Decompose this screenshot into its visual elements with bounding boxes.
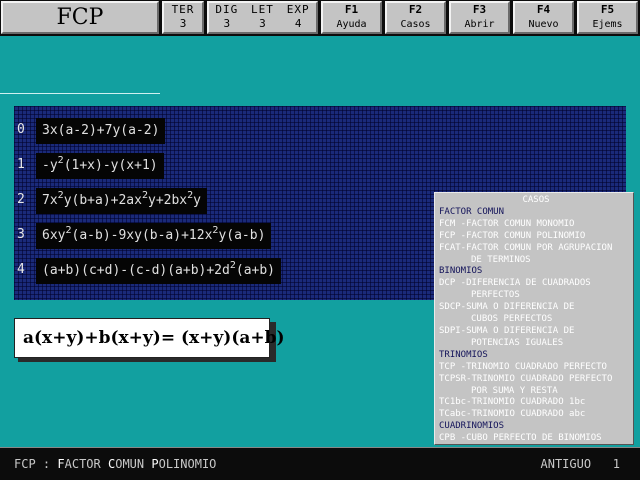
expression-text[interactable]: 3x(a-2)+7y(a-2) [36, 118, 166, 144]
f1-key: F1 [344, 3, 359, 16]
expression-index: 2 [17, 192, 25, 207]
result-box: a(x+y)+b(x+y)= (x+y)(a+b) [14, 318, 285, 358]
case-item[interactable]: TC1bc-TRINOMIO CUADRADO 1bc [439, 397, 633, 409]
case-item[interactable]: TCabc-TRINOMIO CUADRADO abc [439, 409, 633, 421]
status-separator: : [42, 457, 51, 471]
exp-value: 4 [294, 17, 302, 30]
cases-panel: CASOS FACTOR COMUN FCM -FACTOR COMUN MONO… [434, 192, 634, 445]
status-right-value: 1 [612, 457, 620, 471]
expression-index: 1 [17, 157, 25, 172]
f5-examples-button[interactable]: F5 Ejems [577, 1, 638, 34]
cases-list: FACTOR COMUN FCM -FACTOR COMUN MONOMIO FCP… [439, 206, 633, 444]
case-item[interactable]: FCM -FACTOR COMUN MONOMIO [439, 219, 633, 231]
status-word: POLINOMIO [151, 457, 217, 471]
case-item[interactable]: TCP -TRINOMIO CUADRADO PERFECTO [439, 362, 633, 374]
status-word: COMUN [107, 457, 145, 471]
expression-text[interactable]: 6xy2(a-b)-9xy(b-a)+12x2y(a-b) [36, 223, 272, 249]
case-category: CUADRINOMIOS [439, 421, 505, 432]
f4-new-button[interactable]: F4 Nuevo [513, 1, 574, 34]
f4-label: Nuevo [528, 19, 559, 30]
case-category: BINOMIOS [439, 266, 483, 277]
expression-index: 4 [17, 262, 25, 277]
status-description: FCP : FACTOR COMUN POLINOMIO [14, 448, 216, 480]
let-label: LET [251, 3, 274, 16]
f4-key: F4 [536, 3, 551, 16]
f3-open-button[interactable]: F3 Abrir [449, 1, 510, 34]
status-code: FCP [14, 457, 36, 471]
top-bar: FCP TER 3 DIG LET EXP 3 3 4 F1 Ayuda F2 … [0, 0, 640, 36]
expression-text[interactable]: 7x2y(b+a)+2ax2y+2bx2y [36, 188, 207, 214]
case-item[interactable]: SDCP-SUMA O DIFERENCIA DE [439, 302, 633, 314]
case-item[interactable]: POR SUMA Y RESTA [439, 386, 633, 398]
expression-index: 0 [17, 122, 25, 137]
status-word: FACTOR [57, 457, 101, 471]
f2-key: F2 [408, 3, 423, 16]
ter-indicator: TER 3 [162, 1, 204, 34]
status-bar: FCP : FACTOR COMUN POLINOMIO ANTIGUO 1 [0, 447, 640, 480]
ter-label: TER [171, 3, 195, 16]
divider-line [0, 93, 160, 94]
case-item[interactable]: FCAT-FACTOR COMUN POR AGRUPACION [439, 243, 633, 255]
status-words: FACTOR COMUN POLINOMIO [57, 457, 216, 471]
f3-key: F3 [472, 3, 487, 16]
exp-label: EXP [286, 3, 310, 16]
f2-cases-button[interactable]: F2 Casos [385, 1, 446, 34]
case-item[interactable]: DCP -DIFERENCIA DE CUADRADOS [439, 278, 633, 290]
case-item[interactable]: PERFECTOS [439, 290, 633, 302]
dig-value: 3 [223, 17, 231, 30]
case-item[interactable]: CUBOS PERFECTOS [439, 314, 633, 326]
case-category: TRINOMIOS [439, 349, 488, 360]
f2-label: Casos [400, 19, 431, 30]
status-right-label: ANTIGUO [540, 457, 592, 471]
case-item[interactable]: TCPSR-TRINOMIO CUADRADO PERFECTO [439, 374, 633, 386]
f3-label: Abrir [464, 19, 495, 30]
result-box-shadow [18, 358, 276, 362]
expression-text[interactable]: -y2(1+x)-y(x+1) [36, 153, 164, 179]
ter-value: 3 [179, 17, 187, 30]
status-right: ANTIGUO 1 [541, 448, 621, 480]
dig-label: DIG [215, 3, 239, 16]
expression-index: 3 [17, 227, 25, 242]
case-item[interactable]: SDPI-SUMA O DIFERENCIA DE [439, 326, 633, 338]
app-logo: FCP [1, 1, 159, 34]
f5-key: F5 [600, 3, 615, 16]
case-item[interactable]: DE TERMINOS [439, 255, 633, 267]
cases-title: CASOS [522, 195, 550, 205]
case-item[interactable]: FCP -FACTOR COMUN POLINOMIO [439, 231, 633, 243]
let-value: 3 [259, 17, 266, 30]
f5-label: Ejems [592, 19, 623, 30]
f1-help-button[interactable]: F1 Ayuda [321, 1, 382, 34]
case-category: FACTOR COMUN [439, 206, 505, 217]
stats-indicator: DIG LET EXP 3 3 4 [207, 1, 318, 34]
case-item[interactable]: POTENCIAS IGUALES [439, 338, 633, 350]
expression-text[interactable]: (a+b)(c+d)-(c-d)(a+b)+2d2(a+b) [36, 258, 282, 284]
f1-label: Ayuda [336, 19, 367, 30]
case-item[interactable]: CPB -CUBO PERFECTO DE BINOMIOS [439, 433, 633, 444]
